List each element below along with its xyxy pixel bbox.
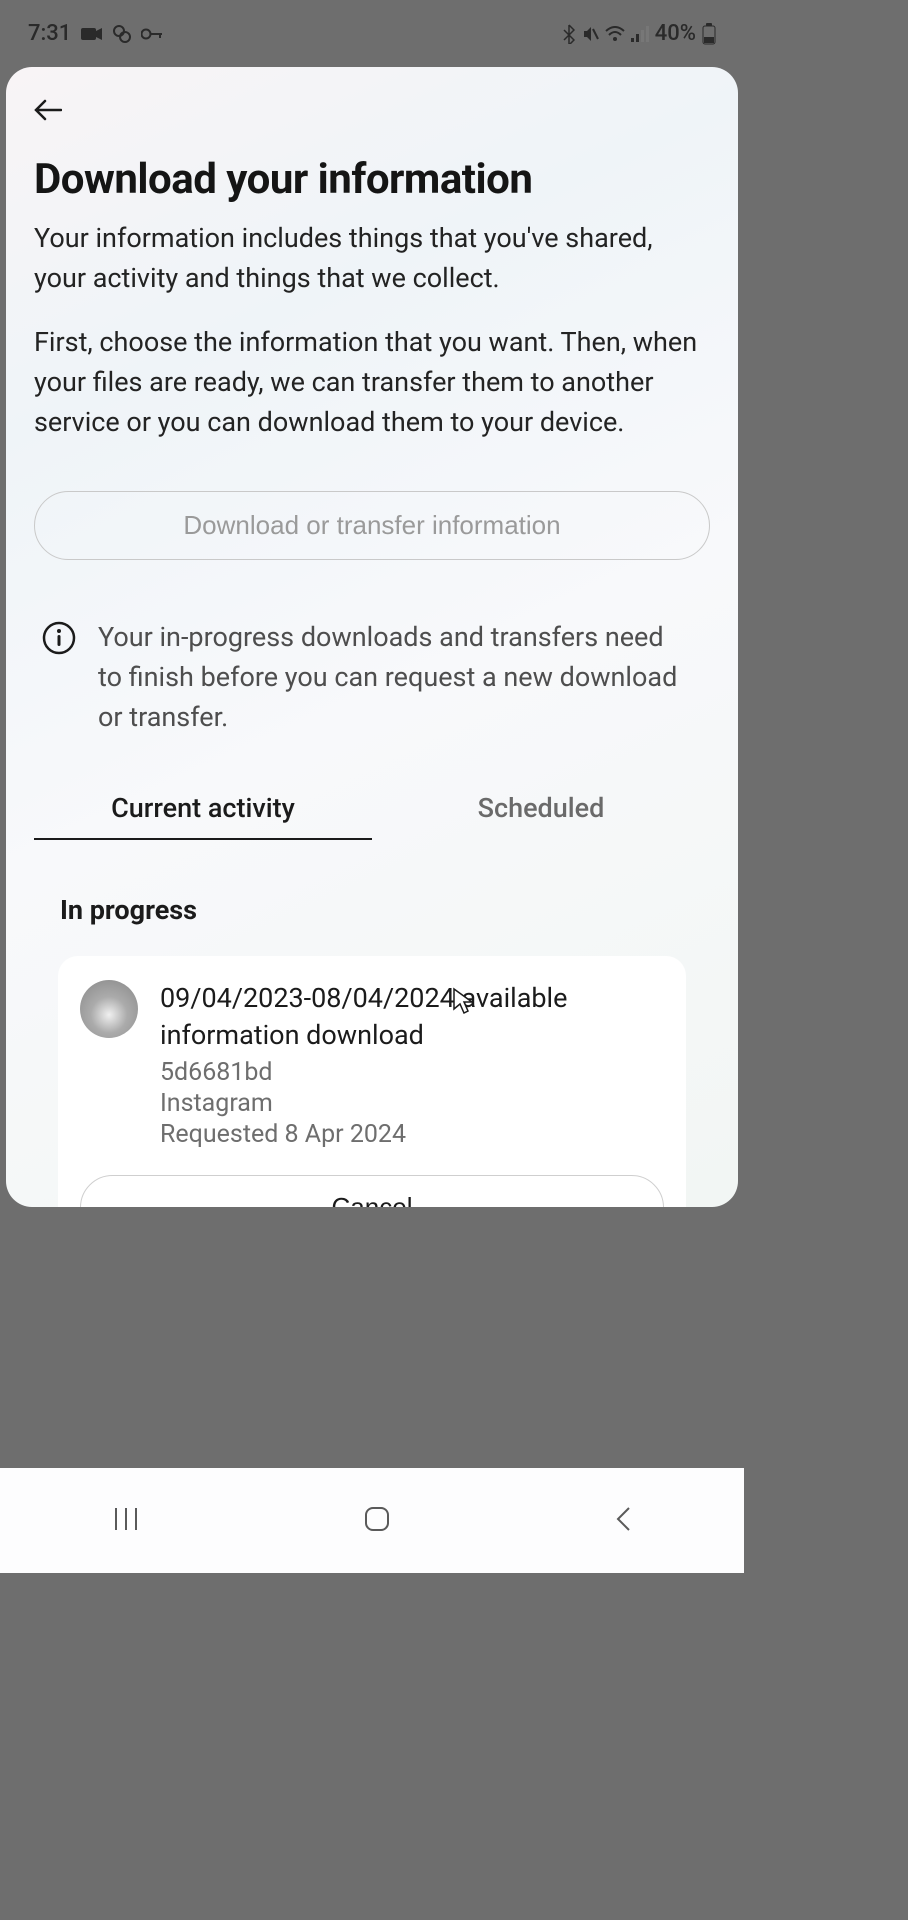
nav-back[interactable] <box>614 1505 632 1537</box>
download-platform: Instagram <box>160 1089 664 1118</box>
status-bar: 7:31 40% <box>0 0 744 67</box>
battery-percentage: 40% <box>655 21 696 46</box>
tab-current-activity[interactable]: Current activity <box>34 792 372 840</box>
back-button[interactable] <box>34 99 62 121</box>
download-title: 09/04/2023-08/04/2024 available informat… <box>160 980 664 1055</box>
description-2: First, choose the information that you w… <box>34 323 710 443</box>
bluetooth-icon <box>563 24 575 44</box>
download-info-modal: Download your information Your informati… <box>6 67 738 1207</box>
download-id: 5d6681bd <box>160 1058 664 1087</box>
description-1: Your information includes things that yo… <box>34 219 710 299</box>
download-transfer-button[interactable]: Download or transfer information <box>34 491 710 560</box>
app-icon <box>113 25 131 43</box>
in-progress-heading: In progress <box>60 894 710 926</box>
page-title: Download your information <box>34 157 710 203</box>
info-icon <box>42 621 76 655</box>
tabs: Current activity Scheduled <box>34 792 710 840</box>
camera-icon <box>81 26 103 42</box>
cancel-button[interactable]: Cancel <box>80 1175 664 1207</box>
wifi-icon <box>605 26 625 42</box>
info-notice: Your in-progress downloads and transfers… <box>34 618 710 738</box>
nav-home[interactable] <box>363 1505 391 1537</box>
avatar <box>80 980 138 1038</box>
signal-icon <box>631 26 649 42</box>
notice-text: Your in-progress downloads and transfers… <box>98 618 690 738</box>
download-card: 09/04/2023-08/04/2024 available informat… <box>58 956 686 1207</box>
battery-icon <box>702 23 716 45</box>
nav-recents[interactable] <box>112 1506 140 1536</box>
key-icon <box>141 28 163 40</box>
nav-bar <box>0 1468 744 1573</box>
download-requested: Requested 8 Apr 2024 <box>160 1120 664 1149</box>
tab-scheduled[interactable]: Scheduled <box>372 792 710 840</box>
mute-icon <box>581 25 599 43</box>
status-time: 7:31 <box>28 21 71 46</box>
